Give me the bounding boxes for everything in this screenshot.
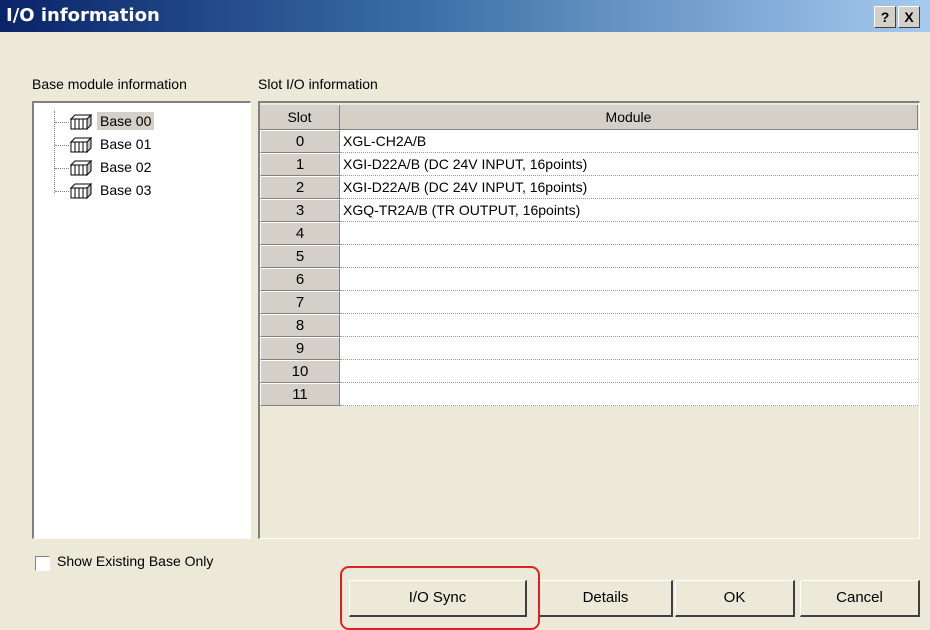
slot-number-cell[interactable]: 1 [260, 153, 340, 176]
slot-io-info-label: Slot I/O information [258, 76, 378, 92]
module-cell[interactable]: XGI-D22A/B (DC 24V INPUT, 16points) [340, 153, 918, 176]
module-cell[interactable] [340, 222, 918, 245]
tree-item-label: Base 00 [97, 112, 155, 130]
tree-connector [55, 122, 69, 123]
base-module-icon [70, 183, 92, 199]
slot-number-cell[interactable]: 6 [260, 268, 340, 291]
tree-item-label: Base 02 [100, 159, 152, 175]
slot-number-cell[interactable]: 8 [260, 314, 340, 337]
base-module-icon [70, 137, 92, 153]
column-header-slot[interactable]: Slot [260, 105, 340, 130]
show-existing-base-label: Show Existing Base Only [57, 553, 214, 569]
module-cell[interactable] [340, 337, 918, 360]
io-sync-highlight-annotation [340, 566, 540, 630]
slot-number-cell[interactable]: 9 [260, 337, 340, 360]
slot-number-cell[interactable]: 7 [260, 291, 340, 314]
slot-number-cell[interactable]: 10 [260, 360, 340, 383]
io-information-dialog: I/O information ? X Base module informat… [0, 0, 930, 630]
details-button[interactable]: Details [539, 580, 673, 617]
module-cell[interactable] [340, 383, 918, 406]
tree-connector [54, 111, 55, 193]
tree-connector [55, 168, 69, 169]
close-button[interactable]: X [898, 6, 920, 28]
module-cell[interactable]: XGL-CH2A/B [340, 130, 918, 153]
tree-connector [55, 191, 69, 192]
slot-number-cell[interactable]: 0 [260, 130, 340, 153]
slot-number-cell[interactable]: 4 [260, 222, 340, 245]
slot-number-cell[interactable]: 3 [260, 199, 340, 222]
show-existing-base-checkbox[interactable] [35, 556, 50, 571]
help-button[interactable]: ? [874, 6, 896, 28]
tree-item-label: Base 01 [100, 136, 152, 152]
window-title: I/O information [6, 5, 160, 26]
base-tree[interactable]: Base 00 Base 01 Base 02 Base 03 [32, 101, 251, 539]
module-cell[interactable] [340, 245, 918, 268]
ok-button[interactable]: OK [675, 580, 795, 617]
module-cell[interactable] [340, 268, 918, 291]
module-cell[interactable]: XGQ-TR2A/B (TR OUTPUT, 16points) [340, 199, 918, 222]
base-module-info-label: Base module information [32, 76, 187, 92]
cancel-button[interactable]: Cancel [800, 580, 920, 617]
base-module-icon [70, 114, 92, 130]
title-bar[interactable]: I/O information ? X [0, 0, 930, 32]
module-cell[interactable] [340, 360, 918, 383]
slot-number-cell[interactable]: 2 [260, 176, 340, 199]
tree-item-label: Base 03 [100, 182, 152, 198]
slot-number-cell[interactable]: 11 [260, 383, 340, 406]
base-module-icon [70, 160, 92, 176]
slot-grid[interactable]: Slot Module 0 XGL-CH2A/B 1 XGI-D22A/B (DC 2… [258, 101, 920, 539]
module-cell[interactable] [340, 314, 918, 337]
slot-number-cell[interactable]: 5 [260, 245, 340, 268]
tree-connector [55, 145, 69, 146]
column-header-module[interactable]: Module [340, 105, 918, 130]
module-cell[interactable] [340, 291, 918, 314]
module-cell[interactable]: XGI-D22A/B (DC 24V INPUT, 16points) [340, 176, 918, 199]
